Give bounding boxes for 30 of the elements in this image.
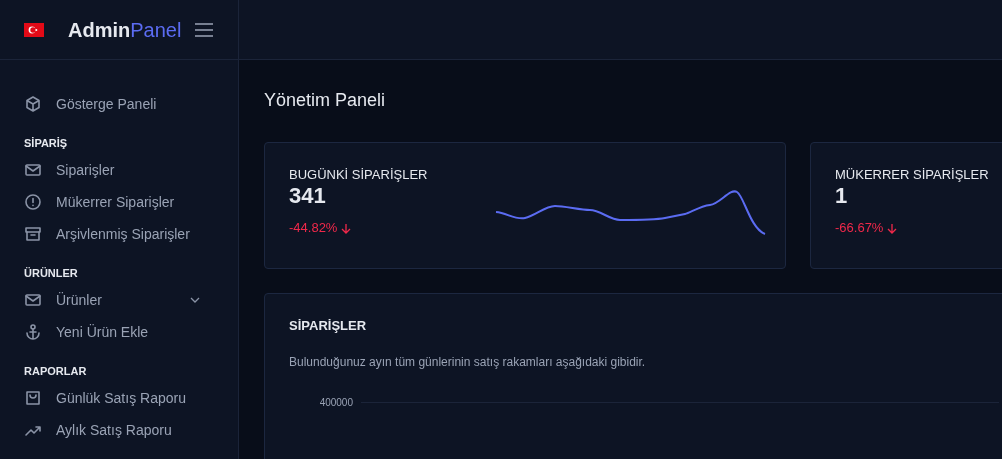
section-heading: ÜRÜNLER <box>24 265 79 281</box>
sidebar-item[interactable]: Gösterge Paneli <box>24 88 214 120</box>
sidebar-item[interactable]: Aylık Satış Raporu <box>24 414 214 446</box>
section-heading: RAPORLAR <box>24 363 88 379</box>
axis-tick-label: 400000 <box>318 396 353 411</box>
mail-icon <box>24 161 42 179</box>
sidebar-item[interactable]: Günlük Satış Raporu <box>24 382 214 414</box>
sidebar-item[interactable]: Yeni Ürün Ekle <box>24 316 214 348</box>
stat-change: -66.67% <box>835 218 898 238</box>
sidebar-item[interactable]: Siparişler <box>24 154 214 186</box>
cube-icon <box>24 95 42 113</box>
sidebar-item[interactable]: Ürünler <box>24 284 214 316</box>
anchor-icon <box>24 323 42 341</box>
shopping-bag-icon <box>24 389 42 407</box>
stat-value: 1 <box>835 184 849 209</box>
stat-title: BUGÜNKİ SİPARİŞLER <box>289 165 429 184</box>
stat-title: MÜKERRER SİPARİŞLER <box>835 165 990 184</box>
card-title: SİPARİŞLER <box>289 316 368 335</box>
page-title: Yönetim Paneli <box>264 90 387 112</box>
sidebar-item[interactable]: Arşivlenmiş Siparişler <box>24 218 214 250</box>
card-description: Bulunduğunuz ayın tüm günlerinin satış rakamları aşağıdaki gibidir. <box>289 354 647 372</box>
brand-logo: AdminPanel <box>68 17 182 43</box>
stat-change: -44.82% <box>289 218 352 238</box>
stat-value: 341 <box>289 184 327 209</box>
alert-icon <box>24 193 42 211</box>
mail-icon <box>24 291 42 309</box>
archive-icon <box>24 225 42 243</box>
flag-icon <box>24 22 44 37</box>
sidebar-item[interactable]: Mükerrer Siparişler <box>24 186 214 218</box>
section-heading: SİPARİŞ <box>24 135 69 151</box>
